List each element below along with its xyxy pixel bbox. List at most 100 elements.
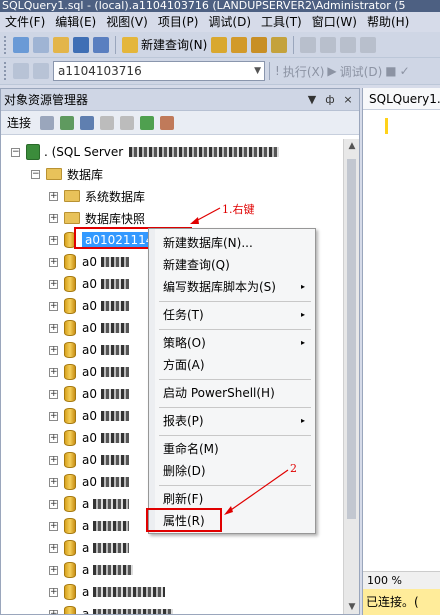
expand-icon[interactable]: +	[49, 433, 58, 443]
menu-item-refresh[interactable]: 刷新(F)	[163, 491, 203, 507]
expand-icon[interactable]: +	[49, 609, 58, 614]
tree-node-database[interactable]: + a0	[49, 295, 129, 317]
connect-server-icon[interactable]	[60, 115, 75, 130]
collapse-icon[interactable]: −	[11, 147, 20, 157]
tree-node-database[interactable]: + a	[49, 603, 174, 614]
menu-item-delete[interactable]: 删除(D)	[163, 463, 206, 479]
menu-item-tasks[interactable]: 任务(T) ▸	[163, 307, 305, 323]
menu-tools[interactable]: 工具(T)	[256, 12, 307, 32]
tree-node-database[interactable]: + a0	[49, 471, 129, 493]
mdx-query-icon[interactable]	[251, 36, 268, 53]
connect-button[interactable]: 连接	[7, 114, 31, 131]
connect-icon[interactable]	[13, 63, 29, 79]
expand-icon[interactable]: +	[49, 301, 58, 311]
menu-item-script-database-as[interactable]: 编写数据库脚本为(S) ▸	[163, 279, 305, 295]
expand-icon[interactable]: +	[49, 191, 58, 201]
expand-icon[interactable]: +	[49, 279, 58, 289]
new-query-icon[interactable]	[122, 36, 138, 53]
expand-icon[interactable]: +	[49, 213, 58, 223]
save-all-icon[interactable]	[93, 36, 109, 53]
tree-node-database[interactable]: + a	[49, 581, 166, 603]
scroll-down-icon[interactable]: ▼	[344, 602, 360, 612]
new-query-button[interactable]: 新建查询(N)	[141, 36, 207, 53]
disconnect-icon[interactable]	[80, 115, 95, 130]
cut-icon[interactable]	[300, 36, 317, 53]
expand-icon[interactable]: +	[49, 543, 58, 553]
menu-item-start-powershell[interactable]: 启动 PowerShell(H)	[163, 385, 275, 401]
parse-check-icon[interactable]: ✓	[400, 64, 410, 78]
debug-button[interactable]: 调试(D)	[340, 63, 383, 80]
tree-node-system-databases[interactable]: + 系统数据库	[49, 185, 145, 207]
panel-dropdown-icon[interactable]: ▼	[305, 93, 319, 106]
change-connection-icon[interactable]	[33, 63, 49, 79]
menu-item-facets[interactable]: 方面(A)	[163, 357, 205, 373]
tree-node-database[interactable]: + a	[49, 493, 130, 515]
copy-icon[interactable]	[320, 36, 337, 53]
tab-sqlquery1[interactable]: SQLQuery1.s	[363, 88, 440, 110]
db-engine-query-icon[interactable]	[211, 36, 228, 53]
menu-item-rename[interactable]: 重命名(M)	[163, 441, 219, 457]
expand-icon[interactable]: +	[49, 411, 58, 421]
menu-view[interactable]: 视图(V)	[101, 12, 153, 32]
tree-node-database[interactable]: + a	[49, 515, 130, 537]
menu-file[interactable]: 文件(F)	[0, 12, 50, 32]
menu-item-policies[interactable]: 策略(O) ▸	[163, 335, 305, 351]
refresh-icon[interactable]	[140, 115, 155, 130]
add-item-icon[interactable]	[33, 36, 49, 53]
tree-scrollbar[interactable]: ▲ ▼	[343, 139, 359, 614]
menu-edit[interactable]: 编辑(E)	[50, 12, 101, 32]
paste-icon[interactable]	[340, 36, 357, 53]
menu-item-reports[interactable]: 报表(P) ▸	[163, 413, 305, 429]
new-project-icon[interactable]	[13, 36, 29, 53]
tree-node-database[interactable]: + a0	[49, 361, 129, 383]
sql-editor-area[interactable]	[363, 110, 440, 580]
expand-icon[interactable]: +	[49, 521, 58, 531]
stop-icon[interactable]: ■	[385, 64, 396, 78]
expand-icon[interactable]: +	[49, 235, 58, 245]
expand-icon[interactable]: +	[49, 389, 58, 399]
close-icon[interactable]: ×	[341, 93, 355, 106]
menu-project[interactable]: 项目(P)	[153, 12, 204, 32]
toolbar-grip[interactable]	[4, 35, 7, 54]
analysis-query-icon[interactable]	[231, 36, 248, 53]
open-folder-icon[interactable]	[53, 36, 69, 53]
connect-dropdown-icon[interactable]	[40, 115, 55, 130]
save-icon[interactable]	[73, 36, 89, 53]
tree-node-server[interactable]: − . (SQL Server	[11, 141, 280, 163]
tree-node-database-snapshots[interactable]: + 数据库快照	[49, 207, 145, 229]
tree-node-databases[interactable]: − 数据库	[31, 163, 103, 185]
expand-icon[interactable]: +	[49, 455, 58, 465]
menu-help[interactable]: 帮助(H)	[362, 12, 414, 32]
tree-node-database[interactable]: + a0	[49, 383, 129, 405]
pin-icon[interactable]: ф	[323, 93, 337, 106]
expand-icon[interactable]: +	[49, 345, 58, 355]
tree-node-database[interactable]: + a0	[49, 449, 129, 471]
collapse-icon[interactable]: −	[31, 169, 40, 179]
expand-icon[interactable]: +	[49, 323, 58, 333]
tree-node-database[interactable]: + a0	[49, 339, 129, 361]
scrollbar-thumb[interactable]	[347, 159, 356, 519]
tree-node-database[interactable]: + a	[49, 559, 134, 581]
expand-icon[interactable]: +	[49, 257, 58, 267]
zoom-selector[interactable]: 100 %	[363, 571, 440, 589]
tree-node-database[interactable]: + a0	[49, 317, 129, 339]
tree-node-database[interactable]: + a0	[49, 427, 129, 449]
menu-debug[interactable]: 调试(D)	[203, 12, 256, 32]
tree-node-database[interactable]: + a0	[49, 405, 129, 427]
expand-icon[interactable]: +	[49, 565, 58, 575]
tree-node-database[interactable]: + a0	[49, 273, 129, 295]
tree-node-database[interactable]: + a	[49, 537, 130, 559]
menu-item-new-query[interactable]: 新建查询(Q)	[163, 257, 230, 273]
execute-button[interactable]: 执行(X)	[283, 63, 325, 80]
stop-icon[interactable]	[100, 115, 115, 130]
scroll-up-icon[interactable]: ▲	[344, 141, 360, 151]
toolbar-grip[interactable]	[4, 62, 7, 80]
expand-icon[interactable]: +	[49, 499, 58, 509]
tree-node-database[interactable]: + a0	[49, 251, 129, 273]
undo-icon[interactable]	[360, 36, 377, 53]
menu-window[interactable]: 窗口(W)	[307, 12, 362, 32]
expand-icon[interactable]: +	[49, 587, 58, 597]
expand-icon[interactable]: +	[49, 477, 58, 487]
expand-icon[interactable]: +	[49, 367, 58, 377]
menu-item-new-database[interactable]: 新建数据库(N)...	[163, 235, 253, 251]
